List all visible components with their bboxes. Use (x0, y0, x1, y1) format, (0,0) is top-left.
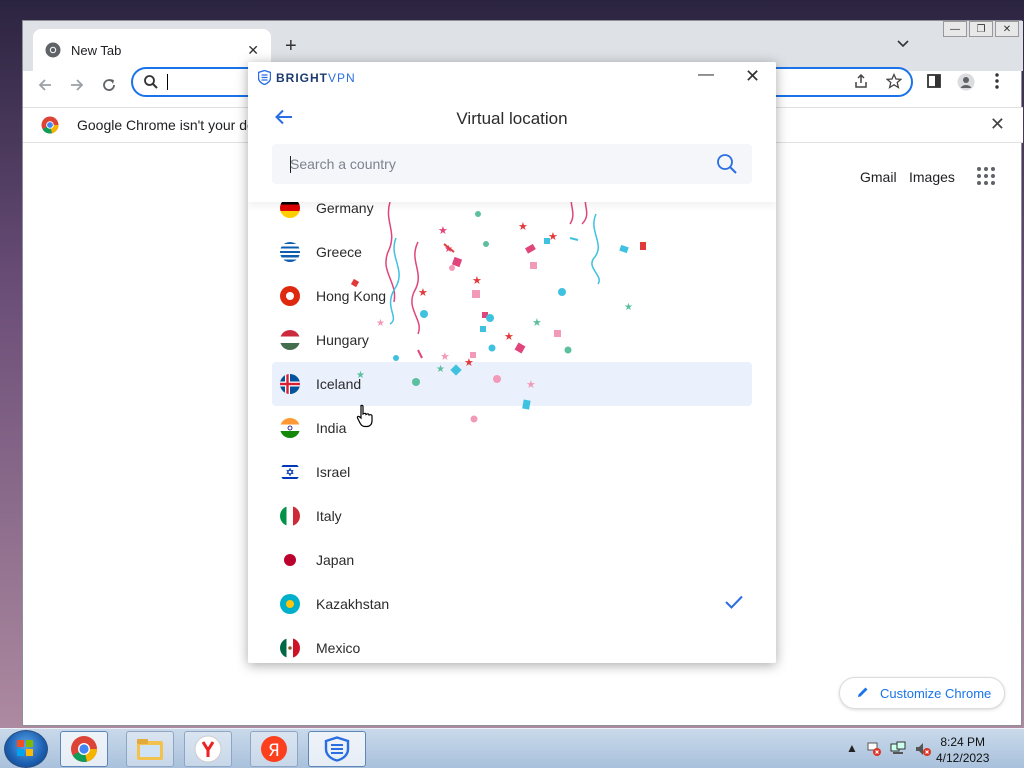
country-name: India (316, 420, 347, 436)
country-name: Kazakhstan (316, 596, 390, 612)
restore-window-button[interactable]: ❐ (969, 21, 993, 37)
show-hidden-icons-icon[interactable]: ▲ (846, 741, 858, 755)
israel-flag-icon (280, 462, 300, 482)
taskbar-explorer[interactable] (126, 731, 174, 767)
iceland-flag-icon (280, 374, 300, 394)
search-icon[interactable] (716, 153, 738, 175)
tab-close-icon[interactable]: ✕ (247, 42, 259, 59)
search-placeholder: Search a country (290, 156, 396, 172)
minimize-window-button[interactable]: — (943, 21, 967, 37)
bright-vpn-popup: BRIGHTVPN — ✕ Virtual location Search a … (248, 62, 776, 663)
page-title: Virtual location (456, 109, 568, 128)
taskbar-chrome[interactable] (60, 731, 108, 767)
country-name: Japan (316, 552, 355, 568)
hong-kong-flag-icon (280, 286, 300, 306)
volume-muted-icon[interactable] (914, 741, 932, 760)
chrome-logo-icon (45, 42, 61, 58)
yandex-icon: Я (261, 736, 287, 762)
list-item-kazakhstan[interactable]: Kazakhstan (272, 582, 752, 626)
yandex-browser-icon (194, 735, 222, 763)
list-item-iceland[interactable]: Iceland (272, 362, 752, 406)
brand-vpn-text: VPN (328, 70, 356, 85)
windows-taskbar: Я ▲ 8:24 PM 4/12/2023 (0, 728, 1024, 768)
italy-flag-icon (280, 506, 300, 526)
chrome-color-logo-icon (41, 116, 59, 134)
list-item-israel[interactable]: Israel (272, 450, 752, 494)
country-name: Greece (316, 244, 362, 260)
country-name: Mexico (316, 640, 361, 656)
google-apps-icon[interactable] (977, 167, 995, 185)
tab-search-chevron-icon[interactable] (897, 37, 909, 51)
text-caret (290, 156, 291, 173)
images-link[interactable]: Images (909, 169, 955, 185)
country-name: Iceland (316, 376, 362, 392)
list-item-greece[interactable]: Greece (272, 230, 752, 274)
window-controls: — ❐ ✕ (941, 21, 1019, 37)
list-item-italy[interactable]: Italy (272, 494, 752, 538)
list-item-india[interactable]: India (272, 406, 752, 450)
list-item-japan[interactable]: Japan (272, 538, 752, 582)
mexico-flag-icon (280, 638, 300, 658)
country-name: Israel (316, 464, 351, 480)
bookmark-star-icon[interactable] (885, 72, 903, 94)
action-center-flag-icon[interactable] (866, 741, 882, 760)
country-name: Germany (316, 200, 374, 216)
hungary-flag-icon (280, 330, 300, 350)
close-window-button[interactable]: ✕ (995, 21, 1019, 37)
india-flag-icon (280, 418, 300, 438)
pencil-icon (856, 685, 870, 702)
forward-arrow-icon[interactable] (69, 77, 85, 98)
list-item-hong-kong[interactable]: Hong Kong (272, 274, 752, 318)
svg-text:Я: Я (268, 741, 280, 761)
back-arrow-icon[interactable] (37, 77, 53, 98)
selected-check-icon (725, 595, 743, 609)
new-tab-button[interactable]: + (285, 35, 297, 58)
search-icon (144, 75, 158, 89)
tab-title: New Tab (71, 42, 122, 58)
japan-flag-icon (280, 550, 300, 570)
chrome-menu-icon[interactable] (995, 73, 999, 94)
country-name: Italy (316, 508, 342, 524)
vpn-header: BRIGHTVPN — ✕ Virtual location Search a … (248, 62, 776, 202)
shield-icon (258, 70, 271, 85)
country-search-input[interactable]: Search a country (272, 144, 752, 184)
taskbar-yandex[interactable]: Я (250, 731, 298, 767)
customize-chrome-button[interactable]: Customize Chrome (839, 677, 1005, 709)
vpn-minimize-button[interactable]: — (698, 66, 714, 84)
taskbar-bright-vpn[interactable] (308, 731, 366, 767)
kazakhstan-flag-icon (280, 594, 300, 614)
bright-vpn-icon (324, 736, 350, 762)
clock-time: 8:24 PM (940, 735, 986, 749)
infobar-message: Google Chrome isn't your de (77, 117, 255, 133)
network-icon[interactable] (890, 741, 908, 760)
reload-icon[interactable] (101, 77, 117, 98)
bright-vpn-logo: BRIGHTVPN (258, 70, 356, 85)
tab-new-tab[interactable]: New Tab ✕ (33, 29, 271, 71)
start-button[interactable] (4, 730, 48, 768)
customize-chrome-label: Customize Chrome (880, 685, 992, 701)
hand-cursor-icon (356, 404, 373, 428)
folder-icon (137, 739, 163, 760)
list-item-mexico[interactable]: Mexico (272, 626, 752, 663)
clock-date: 4/12/2023 (936, 751, 990, 765)
profile-avatar-icon[interactable] (957, 73, 975, 96)
greece-flag-icon (280, 242, 300, 262)
brand-bright-text: BRIGHT (276, 70, 328, 85)
country-name: Hong Kong (316, 288, 387, 304)
infobar-close-icon[interactable]: ✕ (990, 114, 1005, 135)
system-clock[interactable]: 8:24 PM 4/12/2023 (936, 734, 989, 766)
side-panel-icon[interactable] (926, 73, 942, 94)
taskbar-yandex-browser[interactable] (184, 731, 232, 767)
gmail-link[interactable]: Gmail (860, 169, 897, 185)
chrome-icon (71, 736, 97, 762)
share-icon[interactable] (853, 73, 869, 94)
text-caret (167, 74, 168, 90)
country-name: Hungary (316, 332, 369, 348)
vpn-close-button[interactable]: ✕ (745, 66, 760, 87)
list-item-hungary[interactable]: Hungary (272, 318, 752, 362)
